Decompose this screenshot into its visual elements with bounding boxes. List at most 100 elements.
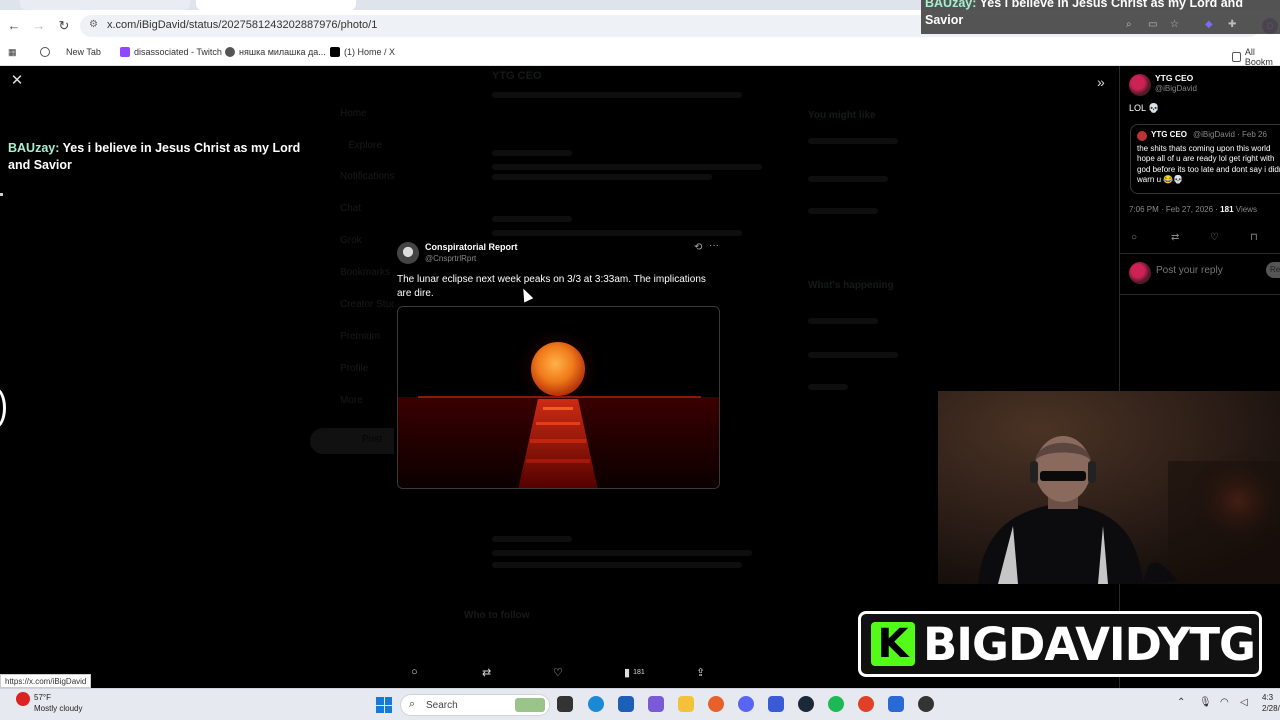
windows-start-icon[interactable] bbox=[376, 697, 392, 713]
channel-name: BIGDAVIDYTG bbox=[923, 618, 1256, 671]
nav-explore[interactable]: Explore bbox=[348, 140, 382, 151]
site-info-icon[interactable]: ⚙ bbox=[89, 19, 98, 30]
reply-input[interactable]: Post your reply bbox=[1156, 265, 1223, 276]
views-button[interactable]: ▮ 181 bbox=[624, 666, 645, 679]
weather-icon[interactable] bbox=[16, 692, 30, 706]
overlay-text-1: Yes i believe in Jesus Christ as my Lord… bbox=[976, 0, 1243, 10]
nav-profile[interactable]: Profile bbox=[340, 363, 368, 374]
overlay-line-2: Savior bbox=[925, 13, 964, 27]
bookmark-item[interactable]: (1) Home / X bbox=[330, 47, 395, 57]
clock[interactable]: 4:3 2/28/ bbox=[1262, 692, 1280, 714]
bookmark-label: disassociated - Twitch bbox=[134, 47, 222, 57]
author-name[interactable]: YTG CEO bbox=[1155, 73, 1193, 83]
chrome-icon[interactable] bbox=[858, 696, 874, 712]
post-text: LOL 💀 bbox=[1129, 103, 1160, 113]
quoted-post[interactable]: YTG CEO @iBigDavid · Feb 26 the shits th… bbox=[1130, 124, 1280, 194]
reply-icon[interactable]: ○ bbox=[1131, 232, 1137, 243]
copilot-icon[interactable] bbox=[648, 696, 664, 712]
close-icon[interactable]: ✕ bbox=[10, 73, 24, 88]
repost-button[interactable]: ⇄ bbox=[482, 666, 491, 679]
browser-tab[interactable] bbox=[20, 0, 190, 10]
channel-logo: K BIGDAVIDYTG bbox=[858, 611, 1262, 677]
taskbar: 57°F Mostly cloudy ⌕ Search ⌃ 🎙 ◠ ◁ 4:3 2… bbox=[0, 688, 1280, 720]
back-icon[interactable]: ← bbox=[6, 18, 22, 34]
status-bar-url: https://x.com/iBigDavid bbox=[0, 674, 92, 688]
firefox-icon[interactable] bbox=[708, 696, 724, 712]
x-photo-viewer: YTG CEO Home Explore Notifications Chat … bbox=[0, 66, 1280, 688]
share-icon: ⇪ bbox=[696, 667, 706, 679]
bookmark-item[interactable]: New Tab bbox=[40, 47, 101, 57]
edge-icon[interactable] bbox=[588, 696, 604, 712]
quoted-post-card[interactable]: Conspiratorial Report @CnsprtrlRprt ⟲ ··… bbox=[394, 236, 724, 492]
app-icon[interactable] bbox=[768, 696, 784, 712]
apps-icon[interactable]: ▦ bbox=[8, 47, 17, 58]
file-explorer-icon[interactable] bbox=[678, 696, 694, 712]
wifi-icon[interactable]: ◠ bbox=[1220, 697, 1229, 708]
post-image[interactable] bbox=[397, 306, 720, 489]
url-text: x.com/iBigDavid/status/20275812432028879… bbox=[107, 19, 378, 31]
microphone-icon[interactable]: 🎙 bbox=[1199, 697, 1212, 708]
heart-icon: ♡ bbox=[553, 667, 563, 679]
spotify-icon[interactable] bbox=[828, 696, 844, 712]
reply-button[interactable]: ○ bbox=[411, 666, 418, 678]
who-to-follow: Who to follow bbox=[464, 610, 530, 621]
obs-icon[interactable] bbox=[918, 696, 934, 712]
chevron-right-double-icon[interactable]: » bbox=[1097, 74, 1105, 90]
all-bookmarks-label: All Bookm bbox=[1244, 47, 1273, 67]
nav-grok[interactable]: Grok bbox=[340, 235, 362, 246]
author-avatar[interactable] bbox=[1129, 74, 1151, 96]
share-button[interactable]: ⇪ bbox=[696, 666, 705, 679]
reply-submit-button[interactable]: Reply bbox=[1266, 262, 1280, 278]
task-view-icon[interactable] bbox=[557, 696, 573, 712]
search-highlight-icon bbox=[515, 698, 545, 712]
chat-message: BAUzay: Yes i believe in Jesus Christ as… bbox=[8, 140, 318, 174]
forward-icon[interactable]: → bbox=[31, 18, 47, 34]
bookmark-label: няшка милашка да... bbox=[239, 47, 326, 57]
app-icon[interactable] bbox=[888, 696, 904, 712]
nav-more[interactable]: More bbox=[340, 395, 363, 406]
divider bbox=[1120, 294, 1280, 295]
browser-tab-active[interactable] bbox=[196, 0, 356, 10]
bookmark-item[interactable]: disassociated - Twitch bbox=[120, 47, 222, 57]
grok-icon[interactable]: ⟲ bbox=[694, 242, 702, 253]
webcam-feed bbox=[938, 391, 1280, 584]
author-avatar[interactable] bbox=[397, 242, 419, 264]
repost-icon[interactable]: ⇄ bbox=[1171, 232, 1179, 243]
cast-icon: ▭ bbox=[1148, 19, 1158, 30]
search-icon: ⌕ bbox=[409, 698, 416, 710]
timestamp-text: 7:06 PM · Feb 27, 2026 · bbox=[1129, 205, 1221, 214]
chat-username: BAUzay: bbox=[8, 141, 60, 155]
taskbar-search[interactable]: ⌕ Search bbox=[400, 694, 550, 716]
nav-bookmarks[interactable]: Bookmarks bbox=[340, 267, 390, 278]
reload-icon[interactable]: ↻ bbox=[56, 18, 72, 34]
chevron-up-icon[interactable]: ⌃ bbox=[1177, 697, 1185, 708]
quote-avatar bbox=[1137, 131, 1147, 141]
search-icon: ⌕ bbox=[1126, 19, 1132, 30]
x-logo-icon bbox=[330, 47, 340, 57]
author-name[interactable]: Conspiratorial Report bbox=[425, 242, 518, 252]
store-icon[interactable] bbox=[618, 696, 634, 712]
you-might-like: You might like bbox=[808, 110, 876, 121]
clock-time: 4:3 bbox=[1262, 693, 1274, 702]
nav-chat[interactable]: Chat bbox=[340, 203, 361, 214]
volume-icon[interactable]: ◁ bbox=[1240, 697, 1248, 708]
views-label: Views bbox=[1233, 205, 1257, 214]
steam-icon[interactable] bbox=[798, 696, 814, 712]
nav-notifications[interactable]: Notifications bbox=[340, 171, 394, 182]
discord-icon[interactable] bbox=[738, 696, 754, 712]
author-handle[interactable]: @CnsprtrlRprt bbox=[425, 254, 476, 263]
heart-icon[interactable]: ♡ bbox=[1210, 232, 1219, 243]
bookmark-item[interactable]: няшка милашка да... bbox=[225, 47, 326, 57]
weather-temperature[interactable]: 57°F bbox=[34, 693, 51, 702]
weather-description[interactable]: Mostly cloudy bbox=[34, 704, 82, 713]
bookmark-icon[interactable]: ⊓ bbox=[1250, 232, 1258, 243]
nav-premium[interactable]: Premium bbox=[340, 331, 380, 342]
nav-home[interactable]: Home bbox=[340, 108, 367, 119]
whats-happening: What's happening bbox=[808, 280, 894, 291]
all-bookmarks[interactable]: All Bookm bbox=[1232, 47, 1280, 67]
like-button[interactable]: ♡ bbox=[553, 666, 563, 679]
more-options-icon[interactable]: ··· bbox=[709, 240, 719, 251]
overlay-username: BAUzay: bbox=[925, 0, 977, 10]
author-handle[interactable]: @iBigDavid bbox=[1155, 84, 1197, 93]
webcam-image bbox=[938, 391, 1280, 584]
